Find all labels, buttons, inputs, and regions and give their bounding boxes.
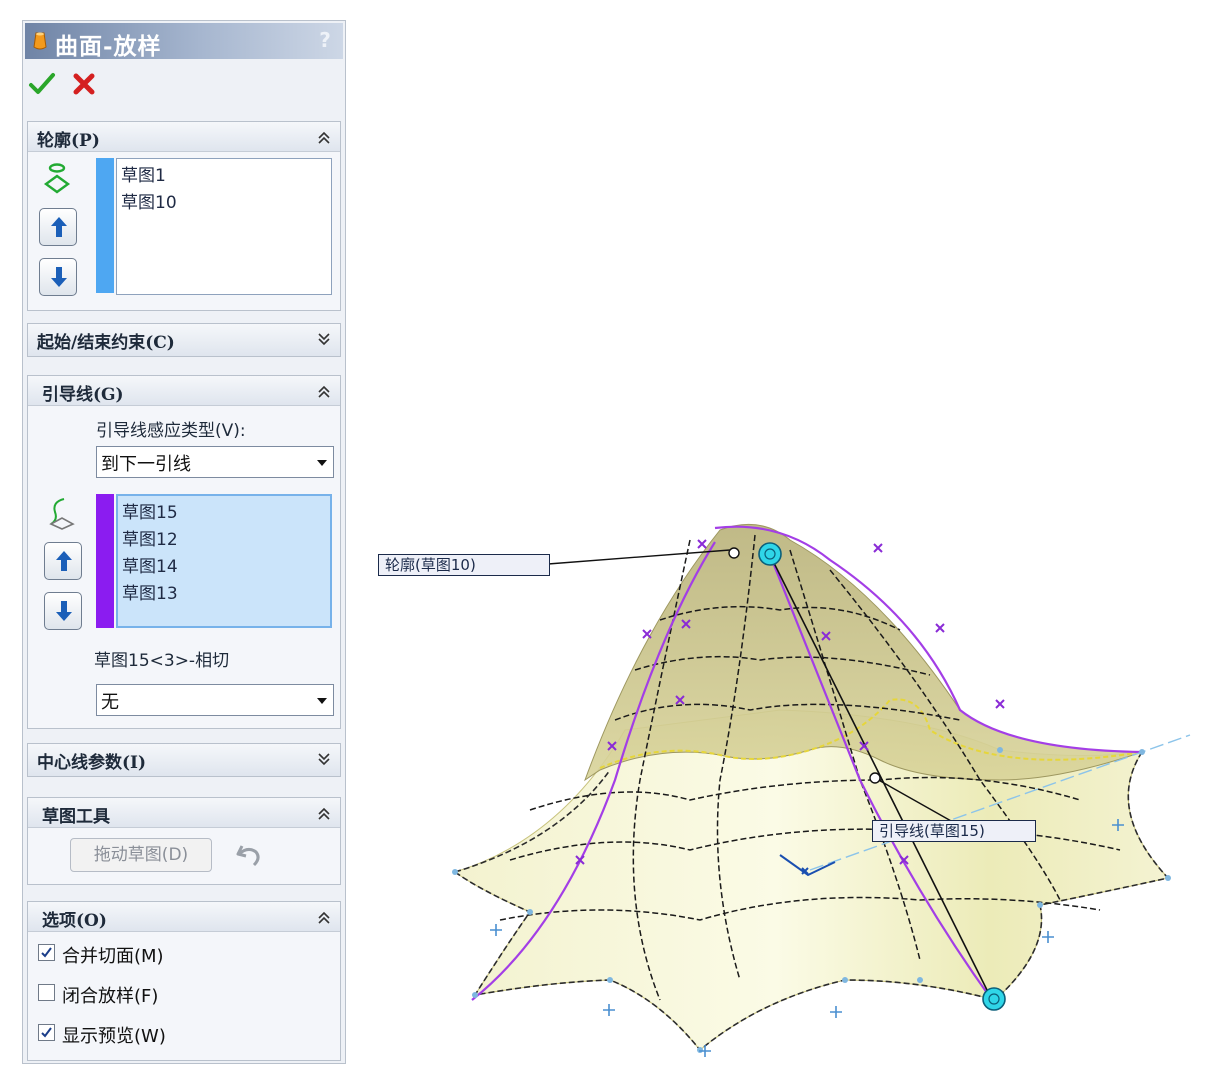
ok-button[interactable] [27, 69, 57, 99]
sketch-tools-section-header[interactable]: 草图工具 [28, 798, 340, 828]
arrow-up-icon [51, 217, 67, 237]
section-title: 起始/结束约束(C) [37, 333, 175, 353]
influence-type-dropdown[interactable]: 到下一引线 [96, 446, 334, 478]
profile-node [728, 547, 740, 559]
start-end-section-header[interactable]: 起始/结束约束(C) [28, 324, 340, 356]
influence-type-label: 引导线感应类型(V): [96, 421, 246, 441]
guide-curves-section: 引导线(G) 引导线感应类型(V): 到下一引线 草图15 草图12 草图14 … [27, 375, 341, 729]
guide-node [869, 772, 881, 784]
merge-faces-label: 合并切面(M) [62, 946, 164, 967]
close-loft-label: 闭合放样(F) [62, 986, 159, 1007]
sketch-tools-section: 草图工具 拖动草图(D) [27, 797, 341, 885]
list-item[interactable]: 草图12 [122, 527, 326, 554]
profiles-section-header[interactable]: 轮廓(P) [28, 122, 340, 152]
checkmark-icon [41, 947, 52, 958]
tangency-dropdown[interactable]: 无 [96, 684, 334, 716]
section-title: 轮廓(P) [37, 131, 100, 151]
options-section-header[interactable]: 选项(O) [28, 902, 340, 932]
show-preview-checkbox[interactable] [38, 1024, 55, 1041]
arrow-up-icon [56, 551, 72, 571]
guide-callout[interactable]: 引导线(草图15) [872, 820, 1036, 842]
help-button[interactable]: ? [313, 28, 337, 52]
section-title: 草图工具 [42, 807, 110, 827]
profile-callout[interactable]: 轮廓(草图10) [378, 554, 550, 576]
move-up-button[interactable] [44, 542, 82, 580]
guides-list[interactable]: 草图15 草图12 草图14 草图13 [116, 494, 332, 628]
guides-color-bar [96, 494, 114, 628]
influence-type-value: 到下一引线 [101, 454, 191, 475]
move-down-button[interactable] [44, 592, 82, 630]
list-item[interactable]: 草图14 [122, 554, 326, 581]
undo-icon[interactable] [234, 842, 264, 868]
list-item[interactable]: 草图13 [122, 581, 326, 608]
chevron-down-icon[interactable] [316, 751, 332, 767]
guide-curve-icon [49, 498, 75, 530]
tangency-value: 无 [101, 692, 119, 713]
guide-curves-section-header[interactable]: 引导线(G) [28, 376, 340, 406]
start-end-constraints-section: 起始/结束约束(C) [27, 323, 341, 357]
profiles-list[interactable]: 草图1 草图10 [116, 158, 332, 295]
feature-title: 曲面-放样 [55, 33, 162, 60]
list-item[interactable]: 草图15 [122, 500, 326, 527]
drag-handle-top[interactable] [758, 542, 782, 566]
title-bar: 曲面-放样 ? [25, 23, 343, 60]
centerline-parameters-section: 中心线参数(I) [27, 743, 341, 777]
section-title: 选项(O) [42, 911, 107, 931]
arrow-down-icon [51, 267, 67, 287]
chevron-up-icon[interactable] [316, 805, 332, 821]
options-section: 选项(O) 合并切面(M) 闭合放样(F) 显示预览(W) [27, 901, 341, 1061]
profiles-section: 轮廓(P) 草图1 草图10 [27, 121, 341, 311]
merge-faces-checkbox[interactable] [38, 944, 55, 961]
chevron-up-icon[interactable] [316, 909, 332, 925]
dropdown-arrow-icon [317, 460, 327, 466]
checkmark-icon [41, 1027, 52, 1038]
chevron-down-icon[interactable] [316, 331, 332, 347]
drag-sketch-button[interactable]: 拖动草图(D) [70, 838, 212, 872]
move-up-button[interactable] [39, 208, 77, 246]
dropdown-arrow-icon [317, 698, 327, 704]
profile-icon [43, 163, 71, 194]
drag-handle-bottom[interactable] [982, 987, 1006, 1011]
list-item[interactable]: 草图1 [121, 163, 327, 190]
list-item[interactable]: 草图10 [121, 190, 327, 217]
profiles-color-bar [96, 158, 114, 293]
move-down-button[interactable] [39, 258, 77, 296]
close-loft-checkbox[interactable] [38, 984, 55, 1001]
chevron-up-icon[interactable] [316, 383, 332, 399]
checkmark-icon [29, 73, 55, 94]
property-manager: 曲面-放样 ? 轮廓(P) 草图1 草图10 起始/结束约束(C) 引导线(G)… [22, 20, 346, 1064]
chevron-up-icon[interactable] [316, 129, 332, 145]
section-title: 中心线参数(I) [37, 753, 147, 773]
arrow-down-icon [56, 601, 72, 621]
close-icon [73, 73, 95, 95]
loft-surface-icon [33, 32, 47, 50]
centerline-section-header[interactable]: 中心线参数(I) [28, 744, 340, 776]
show-preview-label: 显示预览(W) [62, 1026, 166, 1047]
cancel-button[interactable] [69, 69, 99, 99]
tangency-label: 草图15<3>-相切 [94, 651, 230, 671]
graphics-viewport[interactable]: 轮廓(草图10) 引导线(草图15) [360, 480, 1200, 1080]
section-title: 引导线(G) [42, 385, 124, 405]
